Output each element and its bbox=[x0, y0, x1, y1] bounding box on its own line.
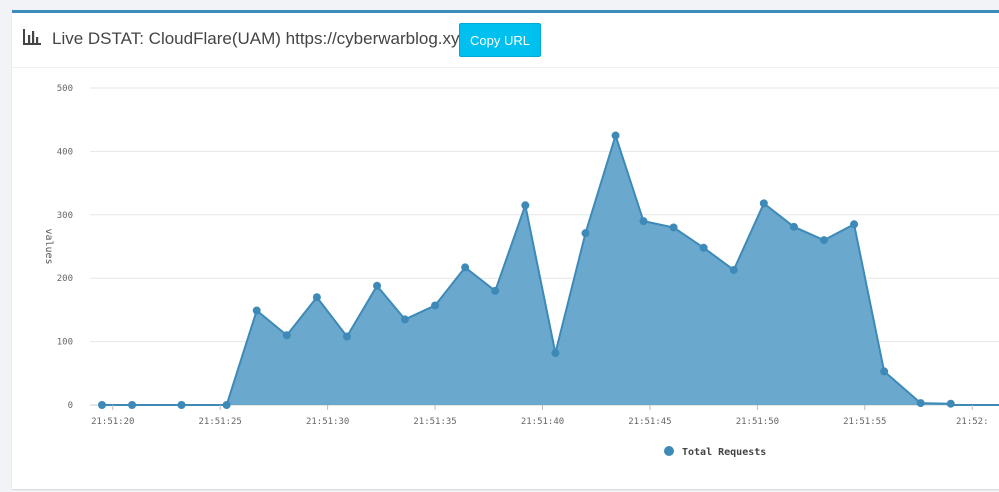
x-tick-label: 21:51:55 bbox=[843, 417, 886, 427]
data-point[interactable] bbox=[850, 220, 859, 229]
data-point[interactable] bbox=[581, 229, 590, 238]
data-point[interactable] bbox=[400, 315, 409, 324]
legend-label: Total Requests bbox=[682, 447, 766, 458]
data-point[interactable] bbox=[789, 222, 798, 231]
y-tick-label: 500 bbox=[57, 84, 73, 94]
series-area-fill bbox=[102, 135, 951, 406]
y-tick-label: 200 bbox=[57, 274, 73, 284]
data-point[interactable] bbox=[342, 332, 351, 341]
data-point[interactable] bbox=[431, 301, 440, 310]
y-tick-label: 300 bbox=[57, 211, 73, 221]
data-point[interactable] bbox=[551, 349, 560, 358]
data-point[interactable] bbox=[639, 217, 648, 226]
data-point[interactable] bbox=[491, 286, 500, 295]
x-tick-label: 21:52: bbox=[956, 417, 989, 427]
x-tick-label: 21:51:25 bbox=[199, 417, 242, 427]
data-point[interactable] bbox=[729, 265, 738, 274]
legend-marker bbox=[664, 446, 674, 456]
data-point[interactable] bbox=[461, 263, 470, 272]
data-point[interactable] bbox=[98, 401, 106, 409]
data-point[interactable] bbox=[373, 281, 382, 290]
data-point[interactable] bbox=[916, 399, 925, 408]
y-tick-label: 100 bbox=[57, 338, 73, 348]
x-tick-label: 21:51:35 bbox=[413, 417, 456, 427]
y-tick-label: 0 bbox=[68, 401, 73, 411]
x-tick-label: 21:51:45 bbox=[628, 417, 671, 427]
chart-legend: Total Requests bbox=[664, 446, 766, 458]
data-point[interactable] bbox=[177, 401, 186, 409]
data-point[interactable] bbox=[819, 236, 828, 245]
x-tick-label: 21:51:50 bbox=[736, 417, 779, 427]
data-point[interactable] bbox=[611, 131, 620, 140]
x-tick-label: 21:51:30 bbox=[306, 417, 349, 427]
data-point[interactable] bbox=[222, 401, 231, 409]
y-tick-label: 400 bbox=[57, 147, 73, 157]
data-point[interactable] bbox=[669, 223, 678, 232]
data-point[interactable] bbox=[312, 293, 321, 302]
x-tick-label: 21:51:20 bbox=[91, 417, 134, 427]
data-point[interactable] bbox=[759, 199, 768, 208]
data-point[interactable] bbox=[521, 201, 530, 210]
chart-series-area bbox=[102, 134, 999, 406]
data-point[interactable] bbox=[252, 306, 261, 315]
x-tick-label: 21:51:40 bbox=[521, 417, 564, 427]
data-point[interactable] bbox=[946, 399, 955, 408]
y-axis-title: values bbox=[43, 228, 54, 264]
data-point[interactable] bbox=[282, 331, 291, 340]
data-point[interactable] bbox=[128, 401, 137, 409]
chart: 0 100 200 300 400 500 values 21:51:20 21:51:25 21… bbox=[43, 84, 999, 458]
data-point[interactable] bbox=[880, 367, 889, 376]
legend-item[interactable]: Total Requests bbox=[664, 446, 766, 458]
data-point[interactable] bbox=[699, 243, 708, 252]
